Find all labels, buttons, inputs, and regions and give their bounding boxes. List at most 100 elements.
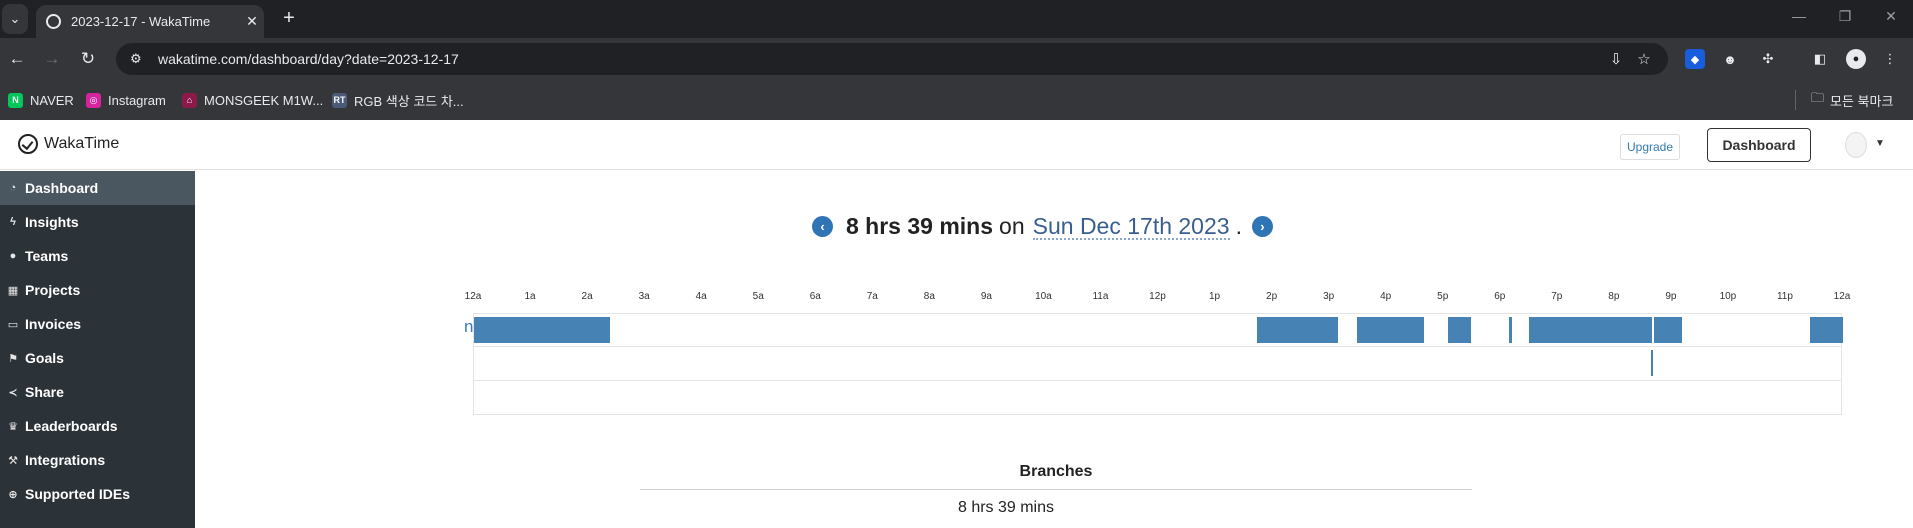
sidebar-item-label: Insights — [25, 214, 79, 230]
hour-tick-label: 10a — [1035, 291, 1052, 302]
total-time: 8 hrs 39 mins — [846, 213, 994, 239]
sidebar-item-label: Supported IDEs — [25, 486, 131, 502]
sidebar-item-teams[interactable]: ● Teams — [0, 239, 195, 273]
hour-tick-label: 2p — [1266, 291, 1278, 302]
users-icon: ● — [9, 250, 17, 262]
sidebar-item-label: Teams — [25, 248, 69, 264]
activity-bar[interactable] — [1509, 317, 1513, 343]
bookmark-label: Instagram — [108, 92, 166, 108]
hour-tick-label: 11p — [1776, 291, 1793, 302]
wakatime-favicon-icon — [46, 14, 61, 29]
sidebar-item-supported-ides[interactable]: ⊕ Supported IDEs — [0, 477, 195, 511]
hour-tick-label: 1p — [1208, 291, 1221, 302]
tab-title: 2023-12-17 - WakaTime — [71, 14, 211, 29]
sidebar-item-label: Goals — [25, 350, 64, 366]
instagram-icon: ◎ — [86, 92, 101, 108]
sidebar-item-dashboard[interactable]: ◔ Dashboard — [0, 171, 195, 205]
reload-icon[interactable]: ↻ — [76, 47, 100, 71]
sidebar-item-goals[interactable]: ⚑ Goals — [0, 341, 195, 375]
browser-tab-active[interactable]: 2023-12-17 - WakaTime ✕ — [36, 5, 264, 38]
window-close-icon[interactable]: ✕ — [1876, 8, 1906, 25]
browser-toolbar: ← → ↻ ⚙ wakatime.com/dashboard/day?date=… — [0, 38, 1913, 80]
wakatime-logo[interactable]: WakaTime — [18, 134, 119, 154]
browser-tab-bar: ⌄ 2023-12-17 - WakaTime ✕ + — ❐ ✕ — [0, 0, 1913, 38]
all-bookmarks-button[interactable]: 🗀 모든 북마크 — [1811, 90, 1893, 110]
hour-tick-label: 11a — [1092, 291, 1109, 302]
browser-menu-icon[interactable]: ⋮ — [1880, 49, 1900, 69]
sidebar-item-insights[interactable]: ϟ Insights — [0, 205, 195, 239]
hour-tick-label: 6a — [809, 291, 821, 302]
sidebar-item-integrations[interactable]: ⚒ Integrations — [0, 443, 195, 477]
back-arrow-icon[interactable]: ← — [5, 47, 29, 71]
restore-icon[interactable]: ❐ — [1830, 8, 1860, 25]
wrench-icon: ⚒ — [8, 454, 18, 467]
activity-bar[interactable] — [1357, 317, 1424, 343]
sidebar-item-label: Projects — [25, 282, 81, 298]
activity-bar[interactable] — [1653, 317, 1683, 343]
address-bar[interactable]: ⚙ wakatime.com/dashboard/day?date=2023-1… — [116, 43, 1668, 75]
new-tab-button[interactable]: + — [276, 7, 302, 30]
bookmark-item[interactable]: ◎ Instagram — [86, 90, 166, 110]
day-summary: ‹ 8 hrs 39 mins on Sun Dec 17th 2023 . › — [812, 213, 1273, 240]
user-avatar[interactable] — [1845, 132, 1867, 158]
trophy-icon: ♛ — [8, 420, 18, 433]
activity-bar[interactable] — [1256, 317, 1339, 343]
branches-total: 8 hrs 39 mins — [957, 499, 1055, 516]
period-text: . — [1235, 213, 1242, 239]
date-picker[interactable]: Sun Dec 17th 2023 — [1032, 214, 1230, 240]
hour-tick-label: 9p — [1665, 291, 1677, 302]
activity-bar[interactable] — [1650, 350, 1654, 376]
tab-search-chevron-icon[interactable]: ⌄ — [2, 4, 28, 34]
branches-title: Branches — [1019, 463, 1093, 480]
grid-icon: ▦ — [7, 284, 19, 297]
sidebar-item-projects[interactable]: ▦ Projects — [0, 273, 195, 307]
hour-tick-label: 6p — [1494, 291, 1506, 302]
wakatime-logo-icon — [18, 134, 38, 154]
sidebar-item-leaderboards[interactable]: ♛ Leaderboards — [0, 409, 195, 443]
timeline-track — [473, 381, 1842, 415]
previous-day-icon[interactable]: ‹ — [812, 216, 833, 237]
timeline-track — [473, 313, 1843, 347]
sidebar-item-label: Leaderboards — [25, 418, 118, 434]
next-day-icon[interactable]: › — [1251, 216, 1273, 237]
forward-arrow-icon[interactable]: → — [40, 47, 64, 71]
profile-avatar-icon[interactable]: ● — [1846, 49, 1866, 69]
bitwarden-extension-icon[interactable]: ◆ — [1685, 49, 1705, 69]
sidebar-item-share[interactable]: ≺ Share — [0, 375, 195, 409]
hour-tick-label: 8a — [923, 291, 935, 302]
upgrade-button[interactable]: Upgrade — [1620, 134, 1681, 160]
sidebar-item-invoices[interactable]: ▭ Invoices — [0, 307, 195, 341]
caret-down-icon[interactable]: ▼ — [1875, 138, 1885, 149]
lightning-icon: ϟ — [10, 216, 16, 228]
site-header: WakaTime Upgrade Dashboard ▼ — [0, 120, 1913, 170]
url-text[interactable]: wakatime.com/dashboard/day?date=2023-12-… — [158, 51, 1602, 67]
tab-close-icon[interactable]: ✕ — [240, 13, 264, 30]
activity-bar[interactable] — [1448, 317, 1471, 343]
minimize-icon[interactable]: — — [1784, 8, 1814, 24]
activity-bar[interactable] — [1529, 317, 1652, 343]
extensions-puzzle-icon[interactable]: ✣ — [1758, 49, 1778, 69]
side-panel-icon[interactable]: ◧ — [1810, 49, 1830, 69]
extension-face-icon[interactable]: ☻ — [1720, 49, 1740, 69]
install-app-icon[interactable]: ⇩ — [1602, 50, 1630, 68]
bookmark-item[interactable]: RT RGB 색상 코드 차... — [332, 90, 464, 110]
bookmark-label: RGB 색상 코드 차... — [354, 93, 464, 109]
all-bookmarks-label: 모든 북마크 — [1830, 93, 1894, 109]
hour-tick-label: 7a — [866, 291, 878, 302]
naver-icon: N — [8, 92, 23, 108]
bookmark-item[interactable]: ⌂ MONSGEEK M1W... — [182, 90, 323, 110]
bookmark-label: NAVER — [30, 92, 74, 108]
dashboard-button[interactable]: Dashboard — [1707, 128, 1811, 162]
activity-bar[interactable] — [1809, 317, 1843, 343]
activity-bar[interactable] — [474, 317, 610, 343]
bookmark-star-icon[interactable]: ☆ — [1630, 50, 1658, 68]
sidebar-item-label: Integrations — [25, 452, 106, 468]
project-timeline: 12a 1a 2a 3a 4a 5a 6a 7a 8a 9a 10a 11a 12p 1p 2p 3p 4p 5p… — [195, 291, 1913, 491]
hour-tick-label: 8p — [1608, 291, 1620, 302]
bookmark-item[interactable]: N NAVER — [8, 90, 74, 110]
flag-icon: ⚑ — [8, 352, 18, 365]
main-content: ‹ 8 hrs 39 mins on Sun Dec 17th 2023 . ›… — [195, 171, 1913, 528]
dashboard-icon: ◔ — [9, 182, 17, 194]
site-info-icon[interactable]: ⚙ — [130, 51, 150, 67]
on-text: on — [999, 213, 1025, 239]
